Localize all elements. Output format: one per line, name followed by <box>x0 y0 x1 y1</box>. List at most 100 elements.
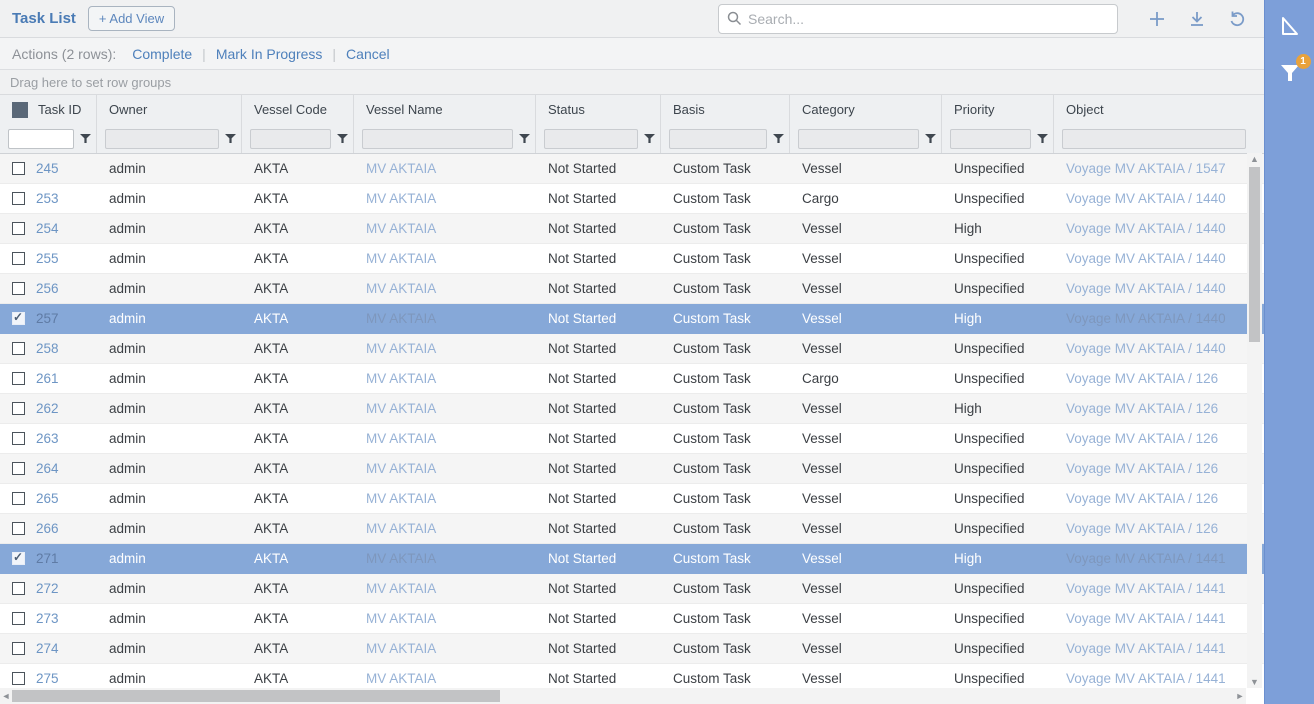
vessel-name-link[interactable]: MV AKTAIA <box>366 251 436 266</box>
undo-icon-button[interactable] <box>1222 4 1252 34</box>
columns-tool-button[interactable] <box>1273 10 1307 44</box>
scroll-down-arrow-icon[interactable]: ▼ <box>1250 676 1259 688</box>
filter-vessel-name[interactable] <box>362 129 513 149</box>
object-link[interactable]: Voyage MV AKTAIA / 1441 <box>1066 581 1226 596</box>
vessel-name-link[interactable]: MV AKTAIA <box>366 341 436 356</box>
task-id-link[interactable]: 262 <box>36 401 59 416</box>
filters-tool-button[interactable]: 1 <box>1273 56 1307 90</box>
vessel-name-link[interactable]: MV AKTAIA <box>366 521 436 536</box>
filter-priority[interactable] <box>950 129 1031 149</box>
header-priority[interactable]: Priority <box>942 95 1054 124</box>
row-checkbox[interactable] <box>12 492 25 505</box>
table-row[interactable]: 274 admin AKTA MV AKTAIA Not Started Cus… <box>0 634 1264 664</box>
search-box[interactable] <box>718 4 1118 34</box>
filter-funnel-icon[interactable] <box>767 133 789 144</box>
table-row[interactable]: 261 admin AKTA MV AKTAIA Not Started Cus… <box>0 364 1264 394</box>
task-id-link[interactable]: 257 <box>36 311 59 326</box>
header-vessel-code[interactable]: Vessel Code <box>242 95 354 124</box>
vessel-name-link[interactable]: MV AKTAIA <box>366 401 436 416</box>
object-link[interactable]: Voyage MV AKTAIA / 1440 <box>1066 311 1226 326</box>
horizontal-scrollbar[interactable]: ◄ ► <box>0 688 1246 704</box>
vessel-name-link[interactable]: MV AKTAIA <box>366 611 436 626</box>
task-id-link[interactable]: 263 <box>36 431 59 446</box>
table-row[interactable]: 255 admin AKTA MV AKTAIA Not Started Cus… <box>0 244 1264 274</box>
task-id-link[interactable]: 266 <box>36 521 59 536</box>
filter-status[interactable] <box>544 129 638 149</box>
header-task-id[interactable]: Task ID <box>0 95 97 124</box>
row-checkbox[interactable] <box>12 372 25 385</box>
add-view-button[interactable]: + Add View <box>88 6 175 31</box>
task-id-link[interactable]: 253 <box>36 191 59 206</box>
object-link[interactable]: Voyage MV AKTAIA / 126 <box>1066 521 1218 536</box>
vessel-name-link[interactable]: MV AKTAIA <box>366 671 436 686</box>
task-id-link[interactable]: 256 <box>36 281 59 296</box>
task-id-link[interactable]: 271 <box>36 551 59 566</box>
table-row[interactable]: 266 admin AKTA MV AKTAIA Not Started Cus… <box>0 514 1264 544</box>
filter-funnel-icon[interactable] <box>919 133 941 144</box>
task-id-link[interactable]: 274 <box>36 641 59 656</box>
row-groups-dropzone[interactable]: Drag here to set row groups <box>0 70 1264 95</box>
header-category[interactable]: Category <box>790 95 942 124</box>
table-row[interactable]: 265 admin AKTA MV AKTAIA Not Started Cus… <box>0 484 1264 514</box>
header-basis[interactable]: Basis <box>661 95 790 124</box>
filter-funnel-icon[interactable] <box>1031 133 1053 144</box>
vessel-name-link[interactable]: MV AKTAIA <box>366 551 436 566</box>
task-id-link[interactable]: 264 <box>36 461 59 476</box>
filter-funnel-icon[interactable] <box>331 133 353 144</box>
object-link[interactable]: Voyage MV AKTAIA / 1440 <box>1066 221 1226 236</box>
object-link[interactable]: Voyage MV AKTAIA / 126 <box>1066 371 1218 386</box>
vessel-name-link[interactable]: MV AKTAIA <box>366 311 436 326</box>
header-vessel-name[interactable]: Vessel Name <box>354 95 536 124</box>
object-link[interactable]: Voyage MV AKTAIA / 1441 <box>1066 671 1226 686</box>
task-id-link[interactable]: 273 <box>36 611 59 626</box>
row-checkbox[interactable] <box>12 192 25 205</box>
table-row[interactable]: 256 admin AKTA MV AKTAIA Not Started Cus… <box>0 274 1264 304</box>
vessel-name-link[interactable]: MV AKTAIA <box>366 371 436 386</box>
select-all-checkbox[interactable] <box>12 102 28 118</box>
row-checkbox[interactable] <box>12 252 25 265</box>
object-link[interactable]: Voyage MV AKTAIA / 126 <box>1066 461 1218 476</box>
task-id-link[interactable]: 258 <box>36 341 59 356</box>
row-checkbox[interactable] <box>12 162 25 175</box>
row-checkbox[interactable] <box>12 432 25 445</box>
row-checkbox[interactable] <box>12 582 25 595</box>
task-id-link[interactable]: 265 <box>36 491 59 506</box>
filter-funnel-icon[interactable] <box>513 133 535 144</box>
table-row[interactable]: 262 admin AKTA MV AKTAIA Not Started Cus… <box>0 394 1264 424</box>
filter-category[interactable] <box>798 129 919 149</box>
row-checkbox[interactable] <box>12 222 25 235</box>
filter-funnel-icon[interactable] <box>74 133 96 144</box>
table-row[interactable]: 258 admin AKTA MV AKTAIA Not Started Cus… <box>0 334 1264 364</box>
row-checkbox[interactable] <box>12 342 25 355</box>
task-id-link[interactable]: 261 <box>36 371 59 386</box>
table-row[interactable]: 254 admin AKTA MV AKTAIA Not Started Cus… <box>0 214 1264 244</box>
object-link[interactable]: Voyage MV AKTAIA / 126 <box>1066 491 1218 506</box>
task-id-link[interactable]: 245 <box>36 161 59 176</box>
row-checkbox[interactable] <box>12 312 25 325</box>
task-id-link[interactable]: 255 <box>36 251 59 266</box>
object-link[interactable]: Voyage MV AKTAIA / 1547 <box>1066 161 1226 176</box>
object-link[interactable]: Voyage MV AKTAIA / 1441 <box>1066 551 1226 566</box>
vessel-name-link[interactable]: MV AKTAIA <box>366 161 436 176</box>
filter-funnel-icon[interactable] <box>638 133 660 144</box>
object-link[interactable]: Voyage MV AKTAIA / 1440 <box>1066 251 1226 266</box>
row-checkbox[interactable] <box>12 522 25 535</box>
table-row[interactable]: 263 admin AKTA MV AKTAIA Not Started Cus… <box>0 424 1264 454</box>
table-row[interactable]: 271 admin AKTA MV AKTAIA Not Started Cus… <box>0 544 1264 574</box>
table-row[interactable]: 245 admin AKTA MV AKTAIA Not Started Cus… <box>0 154 1264 184</box>
filter-object[interactable] <box>1062 129 1246 149</box>
action-mark-in-progress[interactable]: Mark In Progress <box>216 46 323 62</box>
vessel-name-link[interactable]: MV AKTAIA <box>366 581 436 596</box>
row-checkbox[interactable] <box>12 402 25 415</box>
vessel-name-link[interactable]: MV AKTAIA <box>366 491 436 506</box>
vertical-scrollbar-thumb[interactable] <box>1249 167 1260 342</box>
table-row[interactable]: 272 admin AKTA MV AKTAIA Not Started Cus… <box>0 574 1264 604</box>
row-checkbox[interactable] <box>12 552 25 565</box>
scroll-up-arrow-icon[interactable]: ▲ <box>1250 153 1259 165</box>
task-id-link[interactable]: 254 <box>36 221 59 236</box>
object-link[interactable]: Voyage MV AKTAIA / 1440 <box>1066 341 1226 356</box>
vessel-name-link[interactable]: MV AKTAIA <box>366 431 436 446</box>
scroll-left-arrow-icon[interactable]: ◄ <box>0 691 12 701</box>
vessel-name-link[interactable]: MV AKTAIA <box>366 221 436 236</box>
object-link[interactable]: Voyage MV AKTAIA / 1441 <box>1066 641 1226 656</box>
